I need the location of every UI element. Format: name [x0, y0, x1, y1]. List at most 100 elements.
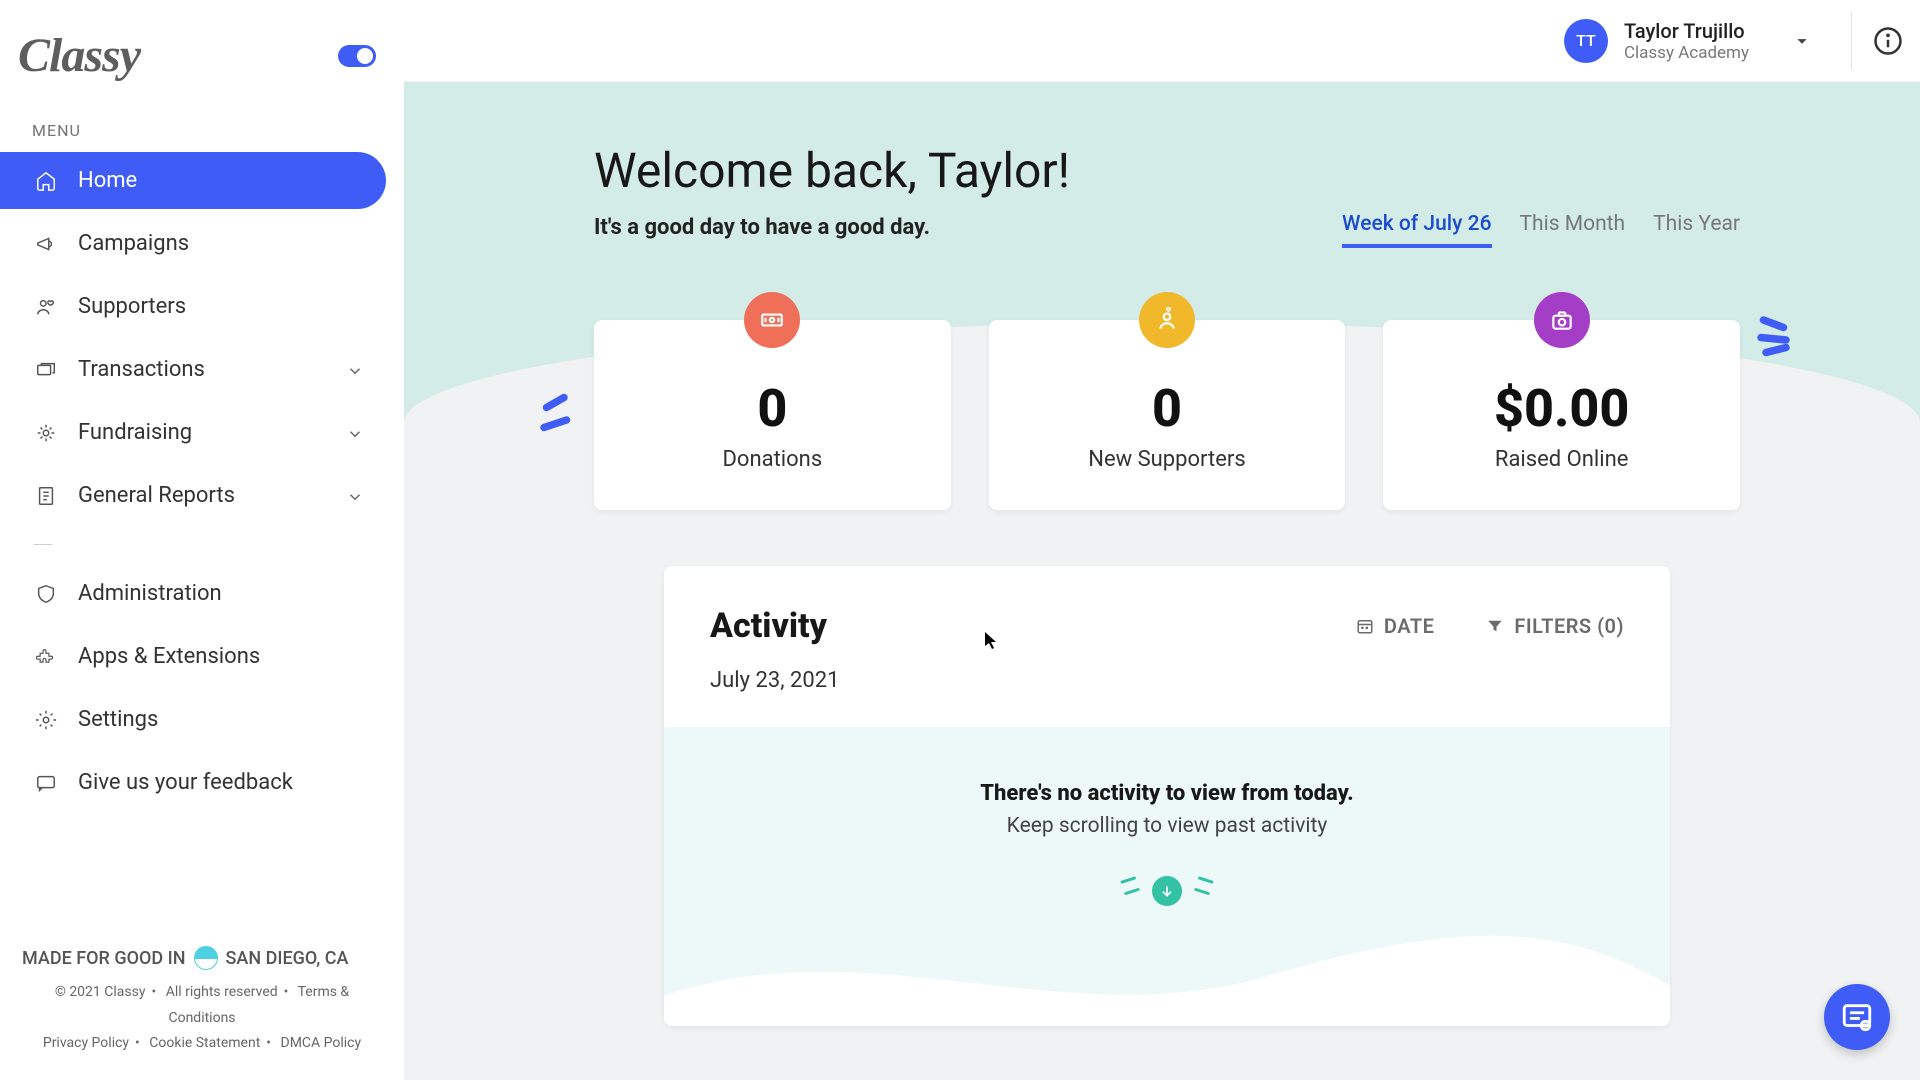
supporters-label: New Supporters: [1009, 447, 1326, 472]
sidebar-item-reports[interactable]: General Reports: [0, 467, 386, 524]
made-in-line: MADE FOR GOOD IN SAN DIEGO, CA: [22, 946, 382, 970]
sidebar-item-label: Apps & Extensions: [78, 644, 260, 669]
made-city: SAN DIEGO, CA: [226, 948, 349, 969]
wave-icon: [194, 946, 218, 970]
sidebar-item-campaigns[interactable]: Campaigns: [0, 215, 386, 272]
home-icon: [34, 169, 58, 193]
donations-label: Donations: [614, 447, 931, 472]
sidebar: Classy MENU Home Campaigns Supporters Tr…: [0, 0, 404, 1080]
supporters-icon: [1139, 292, 1195, 348]
info-button[interactable]: [1870, 23, 1906, 59]
megaphone-icon: [34, 232, 58, 256]
donations-icon: [744, 292, 800, 348]
sidebar-item-transactions[interactable]: Transactions: [0, 341, 386, 398]
activity-header: Activity DATE FILTERS (0): [664, 566, 1670, 656]
user-text: Taylor Trujillo Classy Academy: [1624, 19, 1749, 63]
range-tabs: Week of July 26 This Month This Year: [1342, 212, 1740, 248]
transaction-icon: [34, 358, 58, 382]
donations-value: 0: [614, 378, 931, 439]
stat-cards: 0 Donations 0 New Supporters $0.00 Raise…: [594, 320, 1740, 510]
range-tab-year[interactable]: This Year: [1653, 212, 1740, 248]
activity-date: July 23, 2021: [664, 656, 1670, 727]
user-name: Taylor Trujillo: [1624, 19, 1749, 43]
chevron-down-icon: [346, 487, 364, 505]
nav-divider: [34, 544, 52, 545]
spark-right-icon: [1756, 310, 1806, 364]
supporters-value: 0: [1009, 378, 1326, 439]
brand-logo: Classy: [18, 28, 140, 83]
footer-links-2: Privacy Policy• Cookie Statement• DMCA P…: [22, 1031, 382, 1056]
topbar: TT Taylor Trujillo Classy Academy: [404, 0, 1920, 82]
card-raised: $0.00 Raised Online: [1383, 320, 1740, 510]
rights: All rights reserved: [166, 984, 278, 1000]
primary-nav: Home Campaigns Supporters Transactions F…: [0, 152, 404, 811]
scroll-down-button[interactable]: [1152, 876, 1182, 906]
activity-controls: DATE FILTERS (0): [1356, 614, 1624, 638]
puzzle-icon: [34, 645, 58, 669]
sidebar-item-label: Settings: [78, 707, 158, 732]
sidebar-item-fundraising[interactable]: Fundraising: [0, 404, 386, 461]
copyright: © 2021 Classy: [55, 984, 146, 1000]
sidebar-item-label: Give us your feedback: [78, 770, 293, 795]
fundraising-icon: [34, 421, 58, 445]
wave-decoration: [664, 916, 1670, 1026]
made-prefix: MADE FOR GOOD IN: [22, 948, 186, 969]
range-tab-week[interactable]: Week of July 26: [1342, 212, 1491, 248]
chevron-down-icon: [346, 361, 364, 379]
filters-button-label: FILTERS (0): [1514, 614, 1624, 638]
date-button-label: DATE: [1384, 614, 1435, 638]
sidebar-item-home[interactable]: Home: [0, 152, 386, 209]
topbar-divider: [1851, 12, 1852, 70]
activity-empty-sub: Keep scrolling to view past activity: [704, 814, 1630, 838]
chevron-down-icon: [346, 424, 364, 442]
activity-title: Activity: [710, 606, 827, 646]
filters-button[interactable]: FILTERS (0): [1486, 614, 1624, 638]
dmca-link[interactable]: DMCA Policy: [281, 1035, 362, 1051]
sidebar-footer: MADE FOR GOOD IN SAN DIEGO, CA © 2021 Cl…: [0, 946, 404, 1080]
spark-left-icon: [524, 390, 574, 444]
card-supporters: 0 New Supporters: [989, 320, 1346, 510]
sidebar-item-apps[interactable]: Apps & Extensions: [0, 628, 386, 685]
sidebar-item-label: Supporters: [78, 294, 186, 319]
content-wrap: Welcome back, Taylor! It's a good day to…: [404, 82, 1920, 1026]
calendar-icon: [1356, 617, 1374, 635]
sidebar-item-administration[interactable]: Administration: [0, 565, 386, 622]
raised-icon: [1534, 292, 1590, 348]
user-org: Classy Academy: [1624, 43, 1749, 63]
chat-icon: [34, 771, 58, 795]
date-button[interactable]: DATE: [1356, 614, 1435, 638]
mouse-cursor: [984, 632, 998, 650]
help-fab[interactable]: [1824, 984, 1890, 1050]
shield-icon: [34, 582, 58, 606]
sidebar-item-label: General Reports: [78, 483, 235, 508]
activity-panel: Activity DATE FILTERS (0) July 23, 2021 …: [664, 566, 1670, 1026]
cookie-link[interactable]: Cookie Statement: [149, 1035, 260, 1051]
sidebar-item-feedback[interactable]: Give us your feedback: [0, 754, 386, 811]
sidebar-header: Classy: [0, 0, 404, 103]
sidebar-item-label: Administration: [78, 581, 222, 606]
caret-down-icon: [1791, 30, 1813, 52]
sidebar-item-settings[interactable]: Settings: [0, 691, 386, 748]
range-tab-month[interactable]: This Month: [1520, 212, 1626, 248]
welcome-heading: Welcome back, Taylor!: [594, 142, 1740, 199]
menu-section-label: MENU: [0, 103, 404, 152]
footer-links-1: © 2021 Classy• All rights reserved• Term…: [22, 980, 382, 1030]
card-donations: 0 Donations: [594, 320, 951, 510]
activity-empty-title: There's no activity to view from today.: [704, 781, 1630, 806]
sidebar-toggle[interactable]: [338, 45, 376, 67]
activity-empty: There's no activity to view from today. …: [664, 727, 1670, 1026]
sidebar-item-supporters[interactable]: Supporters: [0, 278, 386, 335]
raised-label: Raised Online: [1403, 447, 1720, 472]
main-content: Welcome back, Taylor! It's a good day to…: [404, 82, 1920, 1080]
report-icon: [34, 484, 58, 508]
sidebar-item-label: Fundraising: [78, 420, 192, 445]
raised-value: $0.00: [1403, 378, 1720, 439]
filter-icon: [1486, 617, 1504, 635]
gear-icon: [34, 708, 58, 732]
sidebar-item-label: Campaigns: [78, 231, 189, 256]
privacy-link[interactable]: Privacy Policy: [43, 1035, 129, 1051]
user-menu[interactable]: TT Taylor Trujillo Classy Academy: [1564, 19, 1841, 63]
sidebar-item-label: Home: [78, 168, 137, 193]
heart-person-icon: [34, 295, 58, 319]
avatar: TT: [1564, 19, 1608, 63]
